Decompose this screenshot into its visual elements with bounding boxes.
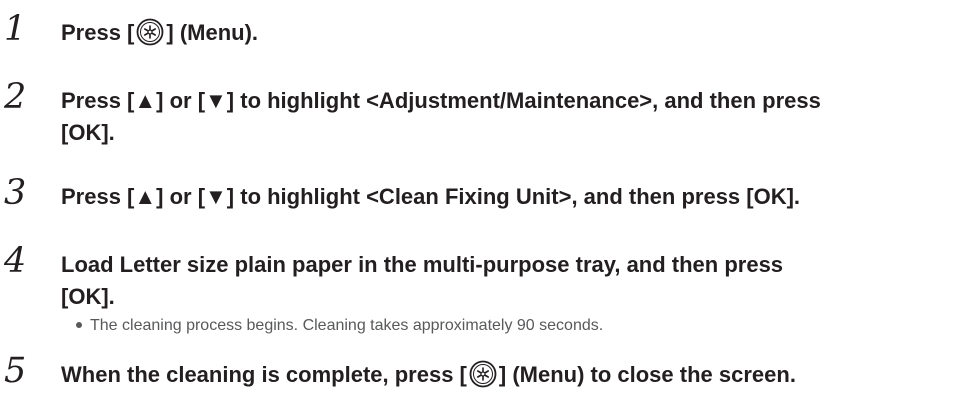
- step-number: 4: [4, 241, 27, 281]
- procedure-steps: 1 Press [ ] (Menu). 2 Press [▲] or [▼] to…: [0, 0, 978, 400]
- step-text-line-2: [OK].: [61, 120, 115, 145]
- step-note: The cleaning process begins. Cleaning ta…: [76, 315, 956, 337]
- step-note-text: The cleaning process begins. Cleaning ta…: [90, 317, 604, 334]
- bullet-icon: [76, 321, 82, 328]
- step-number: 5: [4, 351, 27, 391]
- step-instruction: When the cleaning is complete, press [ ] …: [61, 359, 961, 391]
- step-instruction: Press [▲] or [▼] to highlight <Clean Fix…: [61, 181, 961, 213]
- step-number: 1: [4, 9, 27, 49]
- step-text-line-1: Load Letter size plain paper in the mult…: [61, 252, 784, 277]
- step-instruction: Press [▲] or [▼] to highlight <Adjustmen…: [61, 85, 961, 149]
- menu-key-icon: [136, 18, 164, 46]
- menu-key-icon: [469, 360, 497, 388]
- step-number: 2: [4, 77, 27, 117]
- step-number: 3: [4, 173, 27, 213]
- step-text-line-1: Press [▲] or [▼] to highlight <Adjustmen…: [61, 88, 821, 113]
- step-instruction: Press [ ] (Menu).: [61, 17, 961, 49]
- step-text-line-1: Press [▲] or [▼] to highlight <Clean Fix…: [61, 184, 801, 209]
- step-text-line-2: [OK].: [61, 284, 115, 309]
- step-text-before-icon: Press [: [61, 20, 135, 45]
- step-instruction: Load Letter size plain paper in the mult…: [61, 249, 961, 313]
- step-text-after-icon: ] (Menu) to close the screen.: [498, 362, 796, 387]
- step-text-before-icon: When the cleaning is complete, press [: [61, 362, 467, 387]
- step-text-after-icon: ] (Menu).: [166, 20, 259, 45]
